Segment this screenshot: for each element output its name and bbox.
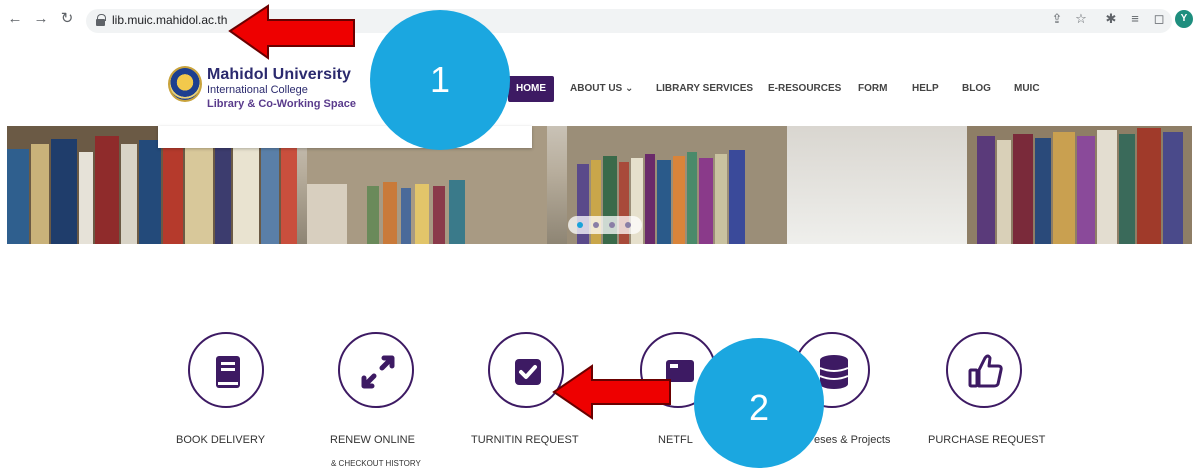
netflix-label[interactable]: NETFL (658, 434, 693, 446)
menu-help[interactable]: HELP (912, 76, 939, 102)
book (281, 144, 297, 244)
checkout-history-label[interactable]: & CHECKOUT HISTORY (331, 459, 421, 468)
slider-dot-2[interactable] (593, 222, 599, 228)
book (163, 134, 183, 244)
book (433, 186, 445, 244)
book (1137, 128, 1161, 244)
book (79, 152, 93, 244)
lock-icon[interactable] (96, 14, 106, 26)
profile-avatar[interactable]: Y (1175, 10, 1193, 28)
book (729, 150, 745, 244)
book (699, 158, 713, 244)
book (997, 140, 1011, 244)
menu-library-services[interactable]: LIBRARY SERVICES (656, 76, 753, 102)
book (367, 186, 379, 244)
bookshelf-far-right (967, 126, 1192, 244)
book (1013, 134, 1033, 244)
back-icon[interactable]: ← (4, 8, 26, 30)
theses-projects-label[interactable]: eses & Projects (814, 434, 890, 446)
book (215, 138, 231, 244)
menu-home[interactable]: HOME (508, 76, 554, 102)
book-delivery-label[interactable]: BOOK DELIVERY (176, 434, 265, 446)
book (1035, 138, 1051, 244)
book (31, 144, 49, 244)
extensions-icon[interactable]: ✱ (1100, 8, 1122, 30)
menu-muic[interactable]: MUIC (1014, 76, 1040, 102)
browser-toolbar: ← → ↻ lib.muic.mahidol.ac.th ⇪ ☆ ✱ ≡ ◻ Y (0, 0, 1199, 50)
book (233, 136, 259, 244)
book (307, 184, 347, 244)
turnitin-request-label[interactable]: TURNITIN REQUEST (471, 434, 579, 446)
book (977, 136, 995, 244)
menu-form[interactable]: FORM (858, 76, 887, 102)
book (185, 132, 213, 244)
menu-e-resources[interactable]: E-RESOURCES (768, 76, 841, 102)
book (645, 154, 655, 244)
menu-blog[interactable]: BLOG (962, 76, 991, 102)
book (673, 156, 685, 244)
expand-arrows-icon (361, 355, 395, 389)
annotation-arrow-1 (228, 4, 355, 60)
library-aisle (787, 126, 967, 244)
slider-dot-4[interactable] (625, 222, 631, 228)
book (715, 154, 727, 244)
book (139, 140, 161, 244)
thumbs-up-icon (968, 354, 1003, 388)
annotation-callout-2: 2 (694, 338, 824, 468)
book (657, 160, 671, 244)
book (1097, 130, 1117, 244)
book (95, 136, 119, 244)
share-icon[interactable]: ⇪ (1046, 8, 1068, 30)
book (383, 182, 397, 244)
book (1163, 132, 1183, 244)
url-text[interactable]: lib.muic.mahidol.ac.th (112, 13, 227, 27)
annotation-arrow-2 (552, 364, 671, 420)
book (415, 184, 429, 244)
book (687, 152, 697, 244)
reload-icon[interactable]: ↻ (56, 8, 78, 30)
renew-online-label[interactable]: RENEW ONLINE (330, 434, 415, 446)
book (1077, 136, 1095, 244)
book (401, 188, 411, 244)
book (121, 144, 137, 244)
book (51, 139, 77, 244)
book (7, 149, 29, 244)
reading-list-icon[interactable]: ≡ (1124, 8, 1146, 30)
book (449, 180, 465, 244)
renew-online-button[interactable] (338, 332, 414, 408)
main-menu: HOME ABOUT US ⌄ LIBRARY SERVICES E-RESOU… (0, 76, 1199, 102)
slider-dots (568, 216, 642, 234)
annotation-callout-1: 1 (370, 10, 510, 150)
book (1053, 132, 1075, 244)
side-panel-icon[interactable]: ◻ (1148, 8, 1170, 30)
slider-dot-3[interactable] (609, 222, 615, 228)
book-icon (216, 356, 240, 388)
menu-about-us[interactable]: ABOUT US ⌄ (570, 76, 633, 102)
purchase-request-button[interactable] (946, 332, 1022, 408)
purchase-request-label[interactable]: PURCHASE REQUEST (928, 434, 1045, 446)
star-icon[interactable]: ☆ (1070, 8, 1092, 30)
slider-dot-1[interactable] (577, 222, 583, 228)
forward-icon[interactable]: → (30, 8, 52, 30)
book (1119, 134, 1135, 244)
book (261, 140, 279, 244)
book-delivery-button[interactable] (188, 332, 264, 408)
